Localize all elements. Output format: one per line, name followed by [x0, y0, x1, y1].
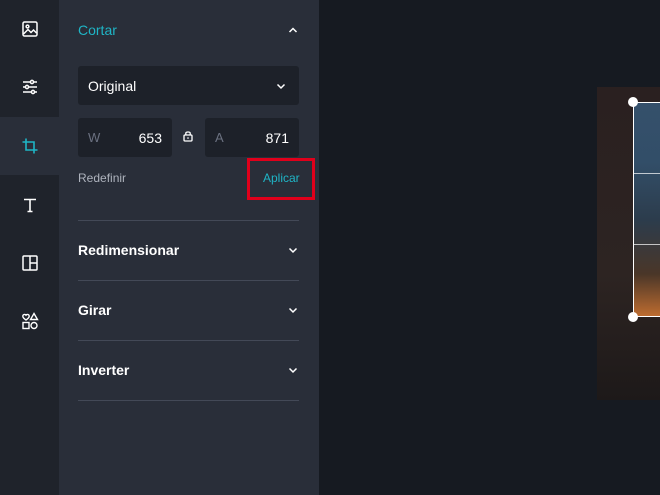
- apply-button[interactable]: Aplicar: [263, 171, 300, 185]
- text-tool-button[interactable]: [0, 176, 59, 234]
- tool-rail: [0, 0, 59, 495]
- rotate-section-title: Girar: [78, 302, 112, 318]
- height-value[interactable]: 871: [266, 130, 289, 146]
- height-label: A: [215, 130, 224, 145]
- resize-section-header[interactable]: Redimensionar: [78, 240, 299, 260]
- image-tool-button[interactable]: [0, 0, 59, 58]
- shapes-icon: [21, 312, 39, 330]
- chevron-down-icon: [288, 367, 298, 374]
- crop-section-header[interactable]: Cortar: [78, 20, 299, 40]
- divider: [78, 400, 299, 401]
- layout-icon: [21, 255, 38, 271]
- elements-tool-button[interactable]: [0, 292, 59, 350]
- crop-handle-bottom-left[interactable]: [628, 312, 638, 322]
- lock-icon[interactable]: [181, 129, 195, 143]
- crop-handle-top-left[interactable]: [628, 97, 638, 107]
- crop-section-title: Cortar: [78, 22, 117, 38]
- layout-tool-button[interactable]: [0, 234, 59, 292]
- width-label: W: [88, 130, 101, 145]
- chevron-down-icon: [288, 247, 298, 254]
- divider: [78, 220, 299, 221]
- sliders-icon: [22, 79, 37, 95]
- reset-button[interactable]: Redefinir: [78, 171, 126, 185]
- flip-section-title: Inverter: [78, 362, 130, 378]
- flip-section-header[interactable]: Inverter: [78, 360, 299, 380]
- chevron-down-icon: [288, 307, 298, 314]
- aspect-ratio-select[interactable]: Original: [78, 66, 299, 105]
- divider: [78, 340, 299, 341]
- width-value[interactable]: 653: [139, 130, 162, 146]
- height-field[interactable]: A 871: [205, 118, 299, 157]
- image-icon: [21, 21, 38, 37]
- aspect-ratio-value: Original: [88, 77, 137, 94]
- chevron-down-icon: [276, 83, 286, 89]
- width-field[interactable]: W 653: [78, 118, 172, 157]
- crop-frame: [633, 102, 660, 317]
- divider: [78, 280, 299, 281]
- crop-icon: [22, 138, 37, 154]
- crop-panel: Cortar Original W 653 A 871 Redefinir Ap…: [59, 0, 319, 495]
- adjust-tool-button[interactable]: [0, 58, 59, 116]
- chevron-up-icon: [288, 27, 298, 33]
- text-icon: [23, 198, 36, 213]
- crop-tool-button[interactable]: [0, 117, 59, 175]
- resize-section-title: Redimensionar: [78, 242, 180, 258]
- rotate-section-header[interactable]: Girar: [78, 300, 299, 320]
